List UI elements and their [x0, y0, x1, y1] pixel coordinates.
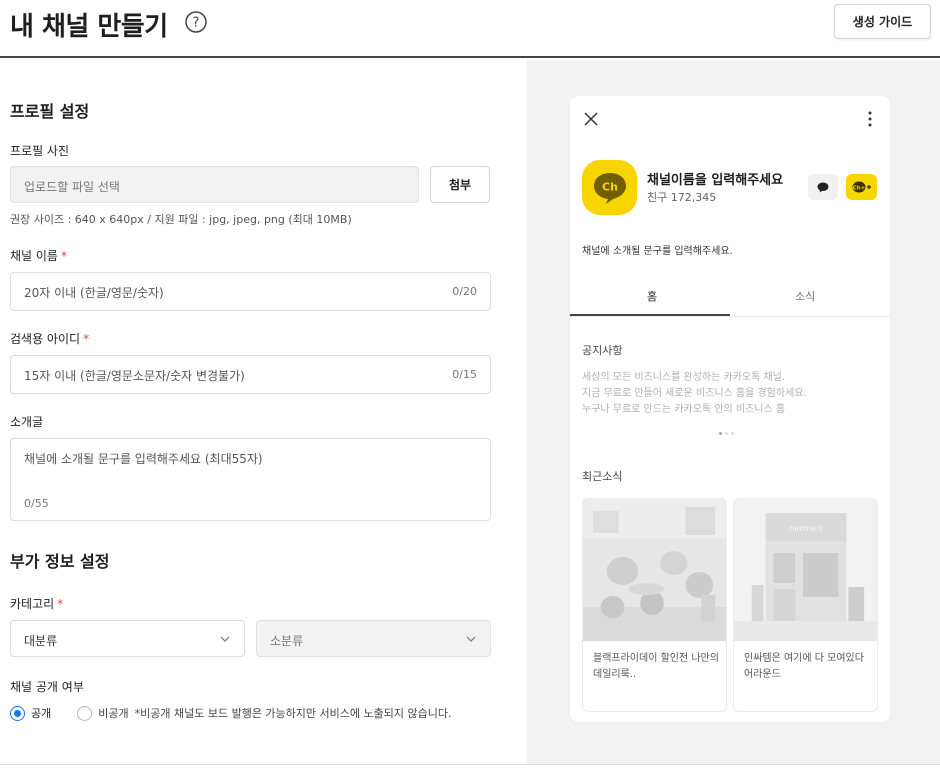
chevron-down-icon [466, 636, 476, 642]
visibility-radio-group: 공개 비공개 *비공개 채널도 보드 발행은 가능하지만 서비스에 노출되지 않… [10, 703, 451, 723]
page-title: 내 채널 만들기 [10, 12, 168, 42]
close-icon[interactable] [584, 112, 598, 126]
preview-channel-name: 채널이름을 입력해주세요 [647, 173, 784, 188]
page-header: 내 채널 만들기 ? 생성 가이드 [0, 0, 940, 58]
ch-logo-icon: Ch [593, 172, 626, 204]
bottom-divider [0, 764, 940, 765]
required-mark: * [60, 249, 67, 263]
notice-title: 공지사항 [582, 344, 623, 357]
notice-line: 누구나 무료로 만드는 카카오톡 안의 비즈니스 홈 [582, 404, 786, 415]
required-mark: * [57, 597, 64, 611]
profile-section-title: 프로필 설정 [10, 102, 90, 121]
private-note: *비공개 채널도 보드 발행은 가능하지만 서비스에 노출되지 않습니다. [134, 707, 452, 720]
chevron-down-icon [220, 636, 230, 642]
intro-textarea[interactable]: 채널에 소개될 문구를 입력해주세요 (최대55자) 0/55 [10, 438, 491, 521]
private-radio[interactable] [77, 705, 93, 721]
public-radio[interactable] [10, 705, 25, 721]
notice-line: 지금 무료로 만들어 새로운 비즈니스 홈을 경험하세요. [582, 388, 807, 399]
private-radio-label[interactable]: 비공개 [98, 705, 128, 721]
attach-button[interactable]: 첨부 [430, 166, 490, 203]
news-text: 인싸템은 여기에 다 모여있다 어라운드 [744, 653, 864, 680]
form-panel: 프로필 설정 프로필 사진 업로드할 파일 선택 첨부 권장 사이즈 : 640… [0, 60, 527, 760]
photo-file-input[interactable]: 업로드할 파일 선택 [10, 166, 419, 203]
chat-bubble-icon [817, 182, 829, 192]
search-id-label: 검색용 아이디 * [10, 330, 89, 347]
add-channel-button[interactable]: Ch+ [846, 174, 877, 200]
news-card[interactable]: 블랙프라이데이 할인전 나만의 데일리룩.. [582, 498, 727, 712]
category-label-text: 카테고리 [10, 597, 55, 611]
channel-name-input[interactable]: 20자 이내 (한글/영문/숫자) 0/20 [10, 272, 491, 311]
search-id-label-text: 검색용 아이디 [10, 332, 81, 346]
major-category-value: 대분류 [24, 634, 58, 648]
svg-text:?: ? [193, 16, 200, 31]
news-text: 블랙프라이데이 할인전 나만의 데일리룩.. [593, 653, 719, 680]
tab-divider [570, 316, 890, 317]
public-radio-label[interactable]: 공개 [31, 705, 51, 721]
add-channel-icon: Ch+ [852, 181, 871, 193]
news-image: ninimart [734, 499, 877, 641]
minor-category-value: 소분류 [270, 634, 304, 648]
intro-count: 0/55 [24, 497, 49, 510]
visibility-label: 채널 공개 여부 [10, 680, 84, 694]
category-label: 카테고리 * [10, 595, 63, 612]
carousel-dot [725, 432, 728, 435]
photo-label: 프로필 사진 [10, 144, 70, 158]
active-tab-indicator [570, 314, 730, 316]
help-icon[interactable]: ? [184, 10, 208, 34]
photo-file-placeholder: 업로드할 파일 선택 [24, 180, 120, 194]
intro-label: 소개글 [10, 415, 44, 429]
news-image [583, 499, 726, 641]
carousel-dots [719, 432, 734, 435]
channel-avatar: Ch [582, 160, 637, 215]
tab-news[interactable]: 소식 [795, 288, 815, 304]
search-id-placeholder: 15자 이내 (한글/영문소문자/숫자 변경불가) [24, 369, 245, 383]
required-mark: * [83, 332, 90, 346]
carousel-dot [719, 432, 722, 435]
store-sign: ninimart [789, 524, 822, 533]
guide-button[interactable]: 생성 가이드 [834, 4, 931, 39]
search-id-input[interactable]: 15자 이내 (한글/영문소문자/숫자 변경불가) 0/15 [10, 355, 491, 394]
carousel-dot [731, 432, 734, 435]
preview-description: 채널에 소개될 문구를 입력해주세요. [582, 246, 733, 257]
avatar-text: Ch [602, 180, 618, 193]
minor-category-select[interactable]: 소분류 [256, 620, 491, 657]
preview-friends-count: 친구 172,345 [647, 191, 717, 204]
more-vertical-icon[interactable] [868, 111, 872, 127]
chat-button[interactable] [808, 174, 838, 200]
channel-preview-card: Ch 채널이름을 입력해주세요 친구 172,345 Ch+ 채널에 소개될 문… [570, 96, 890, 722]
intro-placeholder: 채널에 소개될 문구를 입력해주세요 (최대55자) [24, 452, 263, 466]
channel-name-count: 0/20 [452, 285, 477, 298]
recent-news-title: 최근소식 [582, 470, 623, 483]
notice-text: 세상의 모든 비즈니스를 완성하는 카카오톡 채널. 지금 무료로 만들어 새로… [582, 370, 872, 418]
add-badge-text: Ch+ [852, 185, 865, 191]
notice-line: 세상의 모든 비즈니스를 완성하는 카카오톡 채널. [582, 372, 786, 383]
name-label-text: 채널 이름 [10, 249, 58, 263]
tab-home[interactable]: 홈 [647, 288, 657, 304]
news-card[interactable]: ninimart 인싸템은 여기에 다 모여있다 어라운드 [733, 498, 878, 712]
extra-section-title: 부가 정보 설정 [10, 552, 110, 571]
photo-hint: 권장 사이즈 : 640 x 640px / 지원 파일 : jpg, jpeg… [10, 213, 352, 226]
major-category-select[interactable]: 대분류 [10, 620, 245, 657]
channel-name-placeholder: 20자 이내 (한글/영문/숫자) [24, 286, 164, 300]
search-id-count: 0/15 [452, 368, 477, 381]
name-label: 채널 이름 * [10, 247, 67, 264]
